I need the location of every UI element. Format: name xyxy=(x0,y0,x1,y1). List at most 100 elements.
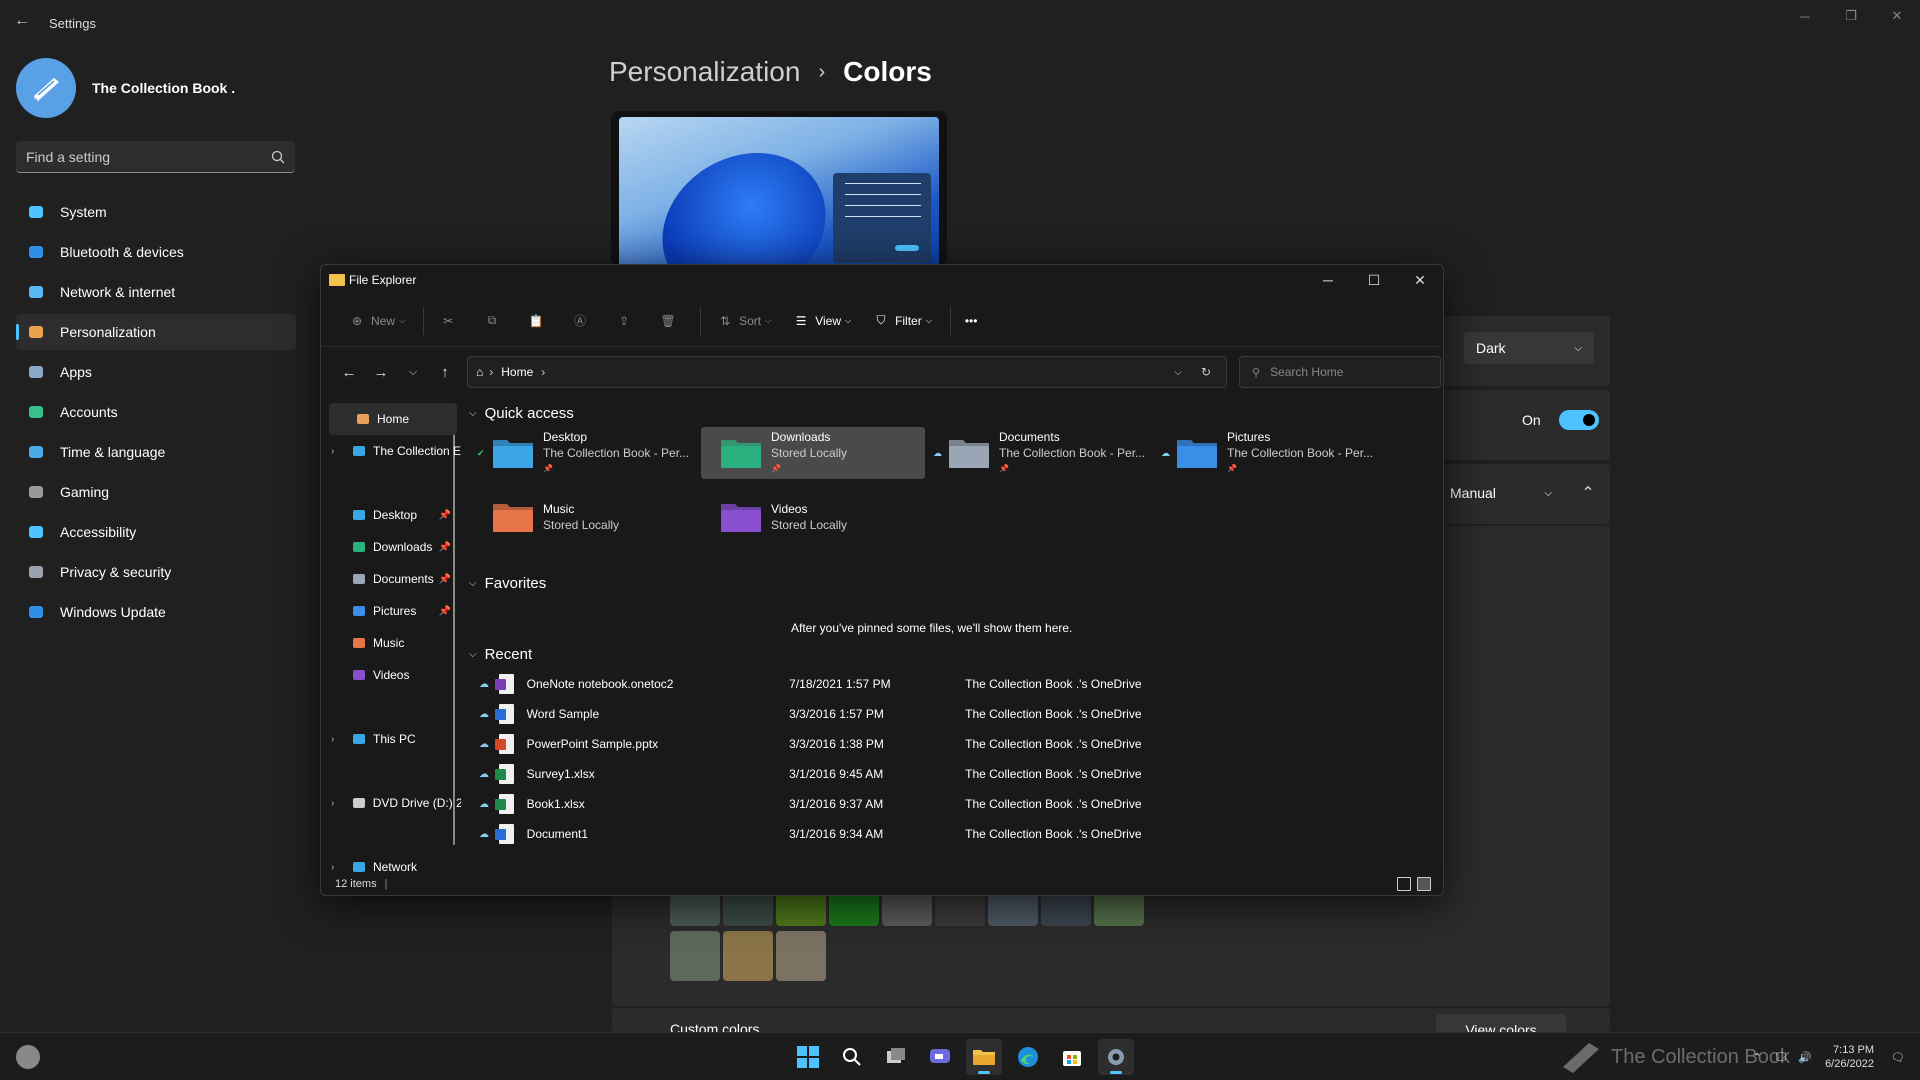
file-explorer-taskbar-button[interactable] xyxy=(966,1039,1002,1075)
accent-swatch[interactable] xyxy=(723,931,773,981)
nav-item-windows-update[interactable]: Windows Update xyxy=(16,594,296,630)
accent-dropdown[interactable]: Manual ⌵ xyxy=(1438,477,1564,509)
minimize-button[interactable]: ─ xyxy=(1305,265,1351,295)
nav-item-network-internet[interactable]: Network & internet xyxy=(16,274,296,310)
volume-icon[interactable]: 🔊 xyxy=(1795,1051,1815,1064)
nav-item-accounts[interactable]: Accounts xyxy=(16,394,296,430)
dvd-icon xyxy=(351,795,367,811)
nav-item-gaming[interactable]: Gaming xyxy=(16,474,296,510)
new-button[interactable]: ⊕ New ⌵ xyxy=(339,305,413,337)
tree-item-pictures[interactable]: Pictures 📌 xyxy=(321,595,461,627)
tree-item-videos[interactable]: Videos xyxy=(321,659,461,691)
accent-swatch[interactable] xyxy=(776,931,826,981)
breadcrumb-parent[interactable]: Personalization xyxy=(609,56,800,88)
quick-access-header[interactable]: ⌵ Quick access xyxy=(469,405,574,422)
chevron-up-icon[interactable]: ⌃ xyxy=(1572,477,1604,509)
weather-icon[interactable] xyxy=(16,1045,40,1069)
user-profile[interactable]: The Collection Book . xyxy=(16,58,235,118)
nav-item-system[interactable]: System xyxy=(16,194,296,230)
filter-button[interactable]: ⛉ Filter ⌵ xyxy=(863,305,940,337)
address-bar[interactable]: ⌂ › Home › ⌵ ↻ xyxy=(467,356,1227,388)
chevron-right-icon[interactable]: › xyxy=(331,446,334,457)
delete-button[interactable]: 🗑 xyxy=(650,305,690,337)
recent-file-row[interactable]: ☁ Document1 3/1/2016 9:34 AM The Collection… xyxy=(479,819,1179,849)
quick-access-downloads[interactable]: Downloads Stored Locally 📌 xyxy=(701,427,925,479)
cloud-icon: ☁ xyxy=(479,768,489,780)
back-arrow-icon[interactable]: ← xyxy=(14,12,34,32)
minimize-button[interactable]: ─ xyxy=(1782,0,1828,32)
search-setting-input[interactable]: Find a setting xyxy=(16,141,295,173)
transparency-state: On xyxy=(1522,412,1541,428)
up-arrow-icon[interactable]: ↑ xyxy=(429,356,461,388)
chevron-right-icon[interactable]: › xyxy=(331,862,334,873)
wallpaper-preview xyxy=(619,117,939,266)
cloud-icon: ☁ xyxy=(479,678,489,690)
quick-access-desktop[interactable]: ✔ Desktop The Collection Book - Per... 📌 xyxy=(473,427,697,479)
details-view-icon[interactable] xyxy=(1397,877,1411,891)
recent-locations-chevron-icon[interactable]: ⌵ xyxy=(397,356,429,388)
back-arrow-icon[interactable]: ← xyxy=(333,356,365,388)
refresh-icon[interactable]: ↻ xyxy=(1192,365,1220,379)
mode-dropdown[interactable]: Dark ⌵ xyxy=(1464,332,1594,364)
teams-chat-button[interactable] xyxy=(922,1039,958,1075)
chevron-up-icon[interactable]: ⌃ xyxy=(1747,1051,1767,1064)
close-button[interactable]: ✕ xyxy=(1397,265,1443,295)
quick-access-videos[interactable]: Videos Stored Locally xyxy=(701,491,925,543)
nav-item-privacy-security[interactable]: Privacy & security xyxy=(16,554,296,590)
forward-arrow-icon[interactable]: → xyxy=(365,356,397,388)
tree-item-dvd-drive-d-[interactable]: › DVD Drive (D:) 2 xyxy=(321,787,461,819)
search-button[interactable] xyxy=(834,1039,870,1075)
nav-item-accessibility[interactable]: Accessibility xyxy=(16,514,296,550)
quick-access-pictures[interactable]: ☁ Pictures The Collection Book - Per... 📌 xyxy=(1157,427,1381,479)
transparency-toggle[interactable] xyxy=(1558,410,1599,430)
store-button[interactable] xyxy=(1054,1039,1090,1075)
quick-access-text: Documents The Collection Book - Per... 📌 xyxy=(999,429,1145,477)
tree-item-desktop[interactable]: Desktop 📌 xyxy=(321,499,461,531)
nav-item-personalization[interactable]: Personalization xyxy=(16,314,296,350)
share-button[interactable]: ⇪ xyxy=(606,305,646,337)
paste-button[interactable]: 📋 xyxy=(518,305,558,337)
settings-taskbar-button[interactable] xyxy=(1098,1039,1134,1075)
chevron-right-icon[interactable]: › xyxy=(331,798,334,809)
rename-button[interactable]: Ⓐ xyxy=(562,305,602,337)
maximize-button[interactable]: ❐ xyxy=(1828,0,1874,32)
nav-item-bluetooth-devices[interactable]: Bluetooth & devices xyxy=(16,234,296,270)
task-view-button[interactable] xyxy=(878,1039,914,1075)
clock[interactable]: 7:13 PM 6/26/2022 xyxy=(1825,1043,1874,1071)
network-icon[interactable]: 🖵 xyxy=(1771,1051,1791,1064)
tree-item-the-collection-e[interactable]: › The Collection E xyxy=(321,435,461,467)
quick-access-music[interactable]: Music Stored Locally xyxy=(473,491,697,543)
recent-header[interactable]: ⌵ Recent xyxy=(469,646,532,663)
quick-access-documents[interactable]: ☁ Documents The Collection Book - Per... 📌 xyxy=(929,427,1153,479)
start-button[interactable] xyxy=(790,1039,826,1075)
notification-icon[interactable]: 🗨 xyxy=(1888,1051,1908,1064)
more-options-button[interactable]: ••• xyxy=(957,305,986,337)
nav-item-apps[interactable]: Apps xyxy=(16,354,296,390)
recent-file-row[interactable]: ☁ Word Sample 3/3/2016 1:57 PM The Collecti… xyxy=(479,699,1179,729)
edge-button[interactable] xyxy=(1010,1039,1046,1075)
accent-swatch[interactable] xyxy=(670,931,720,981)
address-dropdown-icon[interactable]: ⌵ xyxy=(1164,367,1192,378)
nav-item-time-language[interactable]: Time & language xyxy=(16,434,296,470)
view-button[interactable]: ☰ View ⌵ xyxy=(783,305,859,337)
recent-file-row[interactable]: ☁ Book1.xlsx 3/1/2016 9:37 AM The Collectio… xyxy=(479,789,1179,819)
sort-button[interactable]: ⇅ Sort ⌵ xyxy=(707,305,779,337)
recent-file-row[interactable]: ☁ PowerPoint Sample.pptx 3/3/2016 1:38 PM T… xyxy=(479,729,1179,759)
tree-item-documents[interactable]: Documents 📌 xyxy=(321,563,461,595)
close-button[interactable]: ✕ xyxy=(1874,0,1920,32)
tree-item-downloads[interactable]: Downloads 📌 xyxy=(321,531,461,563)
tree-item-this-pc[interactable]: › This PC xyxy=(321,723,461,755)
tree-item-label: This PC xyxy=(373,732,416,746)
tiles-view-icon[interactable] xyxy=(1417,877,1431,891)
search-home-input[interactable]: ⚲ Search Home xyxy=(1239,356,1441,388)
address-home[interactable]: Home xyxy=(501,365,533,379)
tree-item-music[interactable]: Music xyxy=(321,627,461,659)
tree-item-home[interactable]: Home xyxy=(329,403,457,435)
cut-button[interactable]: ✂ xyxy=(430,305,470,337)
favorites-header[interactable]: ⌵ Favorites xyxy=(469,575,546,592)
recent-file-row[interactable]: ☁ Survey1.xlsx 3/1/2016 9:45 AM The Collect… xyxy=(479,759,1179,789)
recent-file-row[interactable]: ☁ OneNote notebook.onetoc2 7/18/2021 1:57 … xyxy=(479,669,1179,699)
chevron-right-icon[interactable]: › xyxy=(331,734,334,745)
copy-button[interactable]: ⧉ xyxy=(474,305,514,337)
maximize-button[interactable]: ☐ xyxy=(1351,265,1397,295)
